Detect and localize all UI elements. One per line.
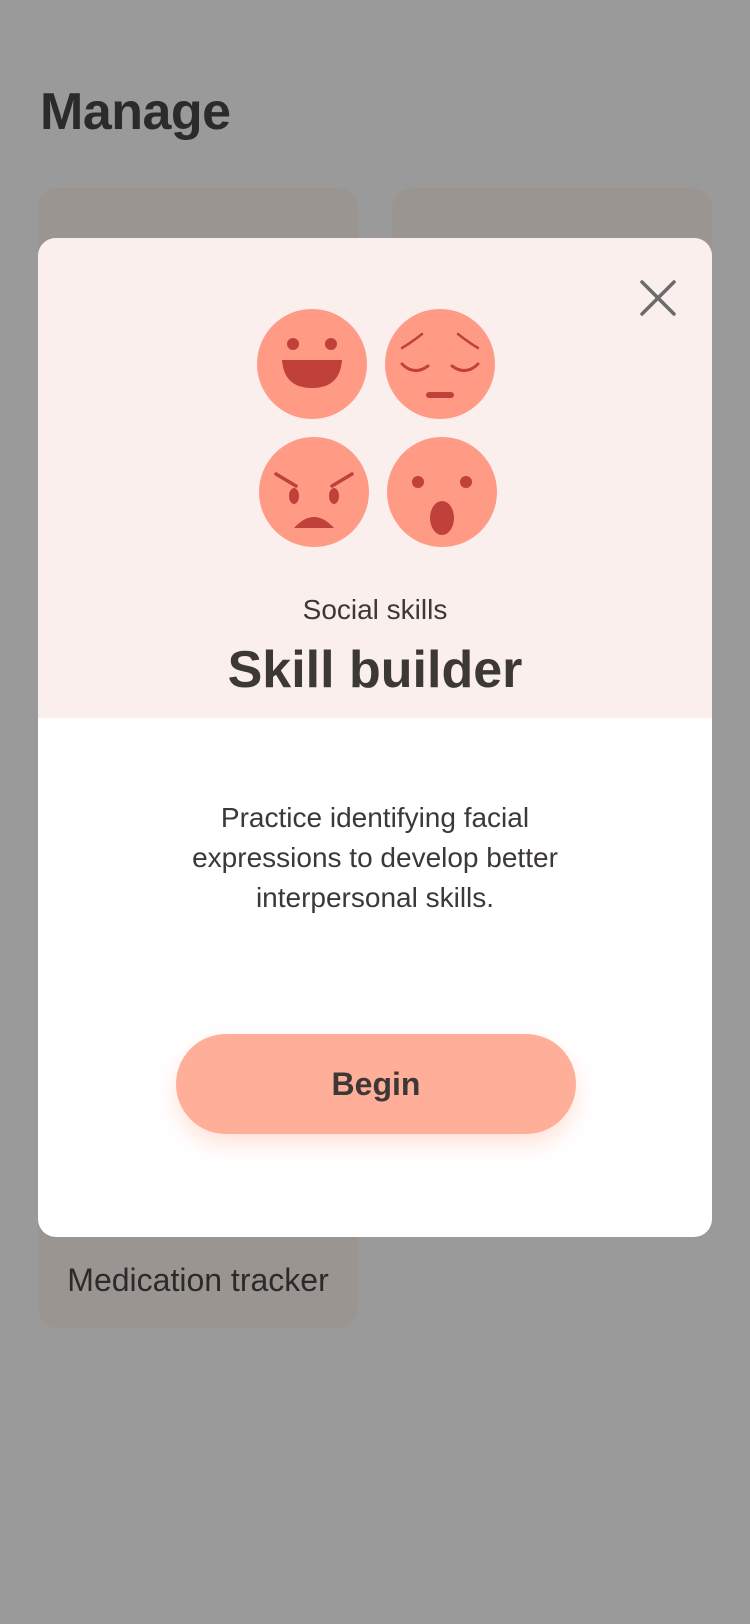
modal-header: Social skills Skill builder	[38, 238, 712, 718]
modal-description: Practice identifying facial expressions …	[192, 802, 558, 913]
sad-face-icon	[385, 309, 495, 419]
modal-subtitle: Social skills	[302, 594, 448, 625]
surprised-face-icon	[387, 437, 497, 547]
modal-title: Skill builder	[227, 641, 523, 699]
card-label: Medication tracker	[67, 1262, 329, 1298]
begin-button[interactable]: Begin	[176, 1034, 576, 1134]
page-title: Manage	[40, 83, 231, 141]
angry-face-icon	[259, 437, 369, 547]
skill-builder-modal: Social skills Skill builder Practice ide…	[38, 238, 712, 1237]
happy-face-icon	[257, 309, 367, 419]
close-icon[interactable]	[634, 274, 682, 322]
